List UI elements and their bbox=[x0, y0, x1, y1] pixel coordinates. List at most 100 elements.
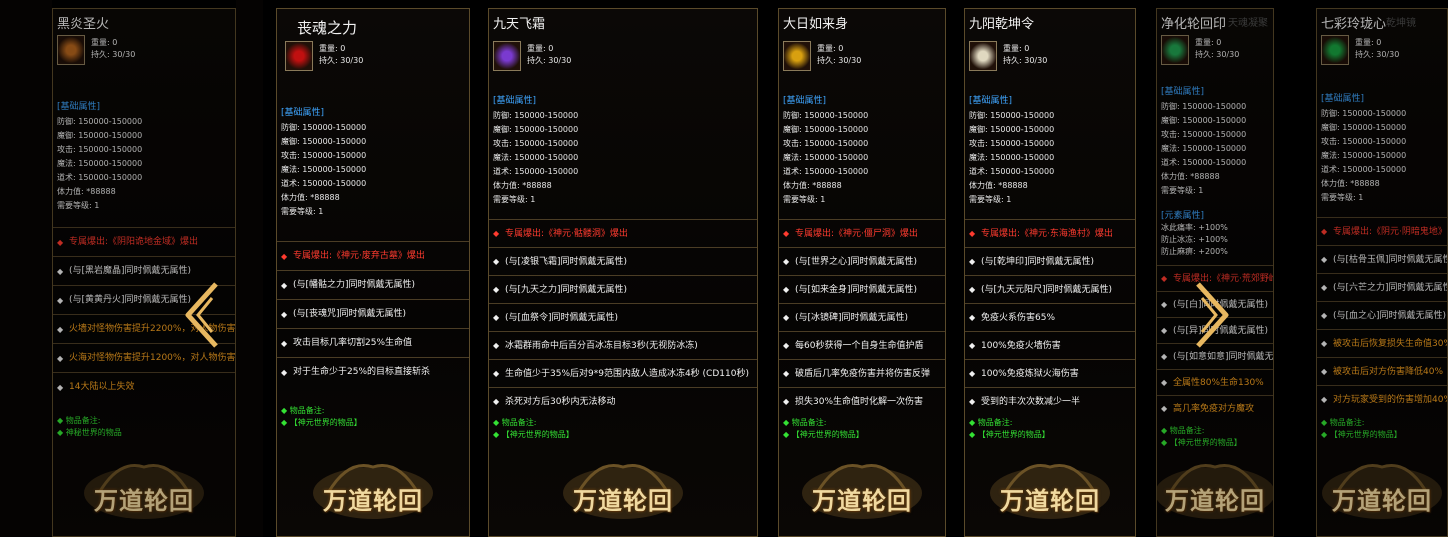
effect-row: ◆ 攻击目标几率切割25%生命值 bbox=[277, 328, 469, 357]
bullet-icon: ◆ bbox=[57, 416, 66, 425]
effect-list: ◆ 专属爆出:《神元·废弃古墓》爆出 ◆ (与[幡骷之力]同时佩戴无属性) ◆ (与[丧魂… bbox=[277, 241, 469, 386]
stat-line: 体力值: *88888 bbox=[1321, 179, 1380, 188]
effect-text: (与[六芒之力]同时佩戴无属性) bbox=[1333, 283, 1447, 293]
weight-text: 重量: 0 bbox=[1195, 38, 1222, 47]
section-label: [基础属性] bbox=[281, 108, 325, 118]
notes-value-text: 【神元世界的物品】 bbox=[977, 430, 1050, 439]
stat-line: 魔法: 150000-150000 bbox=[493, 153, 579, 162]
effect-row: ◆ 专属爆出:《阴阳诡地金域》爆出 bbox=[53, 227, 235, 256]
effect-text: (与[如意如意]同时佩戴无属性) bbox=[1173, 352, 1273, 362]
item-tooltip-card: 大日如来身 重量: 0 持久: 30/30 [基础属性] 防御: 150000-1500… bbox=[778, 8, 946, 537]
effect-text: 专属爆出:《神元·东海渔村》爆出 bbox=[981, 229, 1113, 239]
element-section-label: [元素属性] bbox=[1161, 211, 1205, 221]
bullet-icon: ◆ bbox=[57, 238, 64, 247]
item-notes: ◆ 物品备注: ◆ 【神元世界的物品】 bbox=[1321, 417, 1402, 441]
stat-line: 体力值: *88888 bbox=[969, 181, 1028, 190]
effect-text: 杀死对方后30秒内无法移动 bbox=[505, 397, 616, 407]
effect-row: ◆ 100%免疫炼狱火海伤害 bbox=[965, 359, 1135, 387]
stat-list: 防御: 150000-150000 魔御: 150000-150000 攻击: 15… bbox=[281, 121, 366, 219]
stat-line: 体力值: *88888 bbox=[57, 187, 116, 196]
stat-line: 魔法: 150000-150000 bbox=[1161, 144, 1247, 153]
effect-row: ◆ (与[凌银飞霜]同时佩戴无属性) bbox=[489, 247, 757, 275]
game-logo: 万道轮回 bbox=[308, 453, 438, 523]
effect-row: ◆ (与[血祭令]同时佩戴无属性) bbox=[489, 303, 757, 331]
stat-line: 攻击: 150000-150000 bbox=[493, 139, 579, 148]
previous-arrow-icon[interactable] bbox=[182, 280, 222, 350]
stat-line: 魔御: 150000-150000 bbox=[969, 125, 1055, 134]
next-arrow-icon[interactable] bbox=[1192, 280, 1232, 350]
effect-text: 损失30%生命值时化解一次伤害 bbox=[795, 397, 924, 407]
item-tooltip-card: 九天飞霜 重量: 0 持久: 30/30 [基础属性] 防御: 150000-15000… bbox=[488, 8, 758, 537]
element-stat-line: 防止麻痹: +200% bbox=[1161, 247, 1228, 256]
bullet-icon: ◆ bbox=[969, 369, 976, 378]
background-item-name: 天魂凝聚 bbox=[1228, 18, 1268, 29]
item-name: 黑炎圣火 bbox=[57, 17, 110, 32]
stat-list: 防御: 150000-150000 魔御: 150000-150000 攻击: 15… bbox=[969, 109, 1054, 207]
left-backdrop bbox=[0, 0, 52, 537]
notes-label: ◆ 物品备注: bbox=[1321, 417, 1402, 429]
weight-text: 重量: 0 bbox=[91, 38, 118, 47]
stat-line: 需要等级: 1 bbox=[1321, 193, 1364, 202]
effect-text: (与[血祭令]同时佩戴无属性) bbox=[505, 313, 619, 323]
bullet-icon: ◆ bbox=[493, 418, 502, 427]
section-label: [基础属性] bbox=[1161, 87, 1205, 97]
notes-label-text: 物品备注: bbox=[1169, 426, 1205, 435]
item-meta: 重量: 0 持久: 30/30 bbox=[817, 43, 861, 67]
effect-text: (与[黄黄丹火]同时佩戴无属性) bbox=[69, 295, 192, 305]
bullet-icon: ◆ bbox=[1321, 339, 1328, 348]
effect-text: 每60秒获得一个自身生命值护盾 bbox=[795, 341, 924, 351]
notes-label: ◆ 物品备注: bbox=[969, 417, 1050, 429]
bullet-icon: ◆ bbox=[969, 430, 978, 439]
item-tooltip-card: 丧魂之力 重量: 0 持久: 30/30 [基础属性] 防御: 150000-15000… bbox=[276, 8, 470, 537]
effect-text: 受到的丰次次数减少一半 bbox=[981, 397, 1081, 407]
effect-row: ◆ 专属爆出:《神元·东海渔村》爆出 bbox=[965, 219, 1135, 247]
notes-label-text: 物品备注: bbox=[65, 416, 101, 425]
bullet-icon: ◆ bbox=[783, 285, 790, 294]
bullet-icon: ◆ bbox=[783, 341, 790, 350]
bullet-icon: ◆ bbox=[1161, 300, 1168, 309]
element-stat-list: 冰此痛率: +100% 防止冰冻: +100% 防止麻痹: +200% bbox=[1161, 222, 1228, 258]
effect-text: 攻击目标几率切割25%生命值 bbox=[293, 338, 413, 348]
effect-text: (与[九天之力]同时佩戴无属性) bbox=[505, 285, 628, 295]
notes-label-text: 物品备注: bbox=[501, 418, 537, 427]
bullet-icon: ◆ bbox=[1161, 426, 1170, 435]
effect-text: 被攻击后对方伤害降低40% bbox=[1333, 367, 1444, 377]
item-name: 九阳乾坤令 bbox=[969, 17, 1035, 32]
notes-label-text: 物品备注: bbox=[1329, 418, 1365, 427]
durability-text: 持久: 30/30 bbox=[1355, 50, 1400, 59]
item-icon bbox=[1161, 35, 1189, 65]
effect-text: 专属爆出:《神元·废弃古墓》爆出 bbox=[293, 251, 425, 261]
effect-text: 100%免疫火墙伤害 bbox=[981, 341, 1061, 351]
effect-row: ◆ (与[血之心]同时佩戴无属性) bbox=[1317, 301, 1447, 329]
durability-text: 持久: 30/30 bbox=[91, 50, 136, 59]
logo-text: 万道轮回 bbox=[1332, 486, 1432, 515]
notes-value-text: 【神元世界的物品】 bbox=[289, 418, 362, 427]
effect-text: 专属爆出:《阴元·阴暗鬼地》爆出 bbox=[1333, 227, 1447, 237]
effect-text: (与[凌银飞霜]同时佩戴无属性) bbox=[505, 257, 628, 267]
stat-line: 魔御: 150000-150000 bbox=[57, 131, 143, 140]
stat-line: 魔御: 150000-150000 bbox=[281, 137, 367, 146]
stat-line: 防御: 150000-150000 bbox=[281, 123, 367, 132]
effect-list: ◆ 专属爆出:《阴元·阴暗鬼地》爆出 ◆ (与[枯骨玉佩]同时佩戴无属性) ◆ (与[六芒… bbox=[1317, 217, 1447, 413]
stat-line: 体力值: *88888 bbox=[783, 181, 842, 190]
bullet-icon: ◆ bbox=[57, 354, 64, 363]
stat-line: 魔御: 150000-150000 bbox=[783, 125, 869, 134]
game-logo: 万道轮回 bbox=[1317, 453, 1447, 523]
effect-row: ◆ (与[枯骨玉佩]同时佩戴无属性) bbox=[1317, 245, 1447, 273]
effect-row: ◆ (与[六芒之力]同时佩戴无属性) bbox=[1317, 273, 1447, 301]
logo-text: 万道轮回 bbox=[812, 486, 912, 515]
stat-list: 防御: 150000-150000 魔御: 150000-150000 攻击: 15… bbox=[783, 109, 868, 207]
bullet-icon: ◆ bbox=[969, 397, 976, 406]
item-name: 七彩玲珑心 bbox=[1321, 17, 1387, 32]
notes-value: ◆ 【神元世界的物品】 bbox=[493, 429, 574, 441]
effect-row: ◆ 被攻击后恢复损失生命值30% bbox=[1317, 329, 1447, 357]
stat-line: 需要等级: 1 bbox=[57, 201, 100, 210]
weight-text: 重量: 0 bbox=[817, 44, 844, 53]
stat-line: 防御: 150000-150000 bbox=[783, 111, 869, 120]
section-label: [基础属性] bbox=[493, 96, 537, 106]
item-icon bbox=[783, 41, 811, 71]
bullet-icon: ◆ bbox=[783, 229, 790, 238]
effect-text: 火海对怪物伤害提升1200%，对人物伤害提升300% bbox=[69, 353, 235, 363]
item-icon bbox=[57, 35, 85, 65]
notes-label: ◆ 物品备注: bbox=[493, 417, 574, 429]
